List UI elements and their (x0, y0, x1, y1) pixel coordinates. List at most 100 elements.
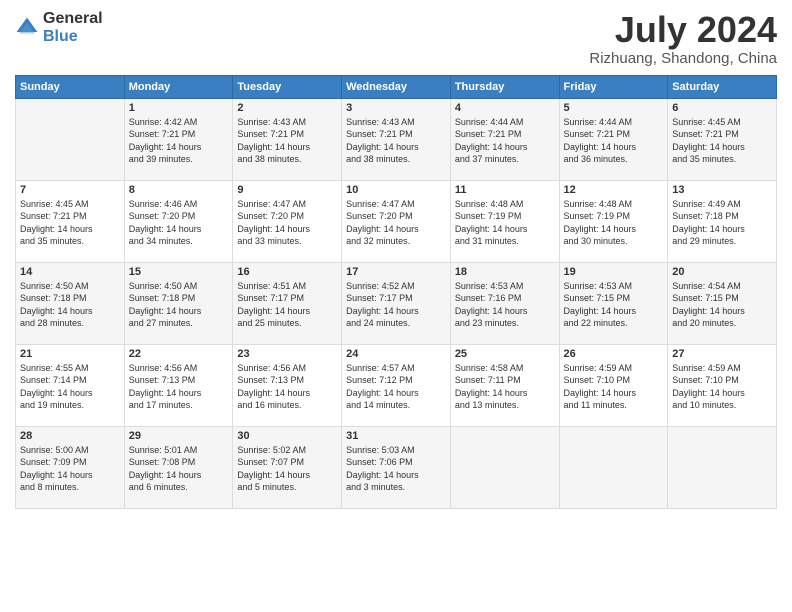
calendar-cell: 2 Sunrise: 4:43 AMSunset: 7:21 PMDaylight… (233, 98, 342, 180)
cell-info: Sunrise: 4:51 AMSunset: 7:17 PMDaylight:… (237, 280, 337, 330)
weekday-row: SundayMondayTuesdayWednesdayThursdayFrid… (16, 75, 777, 98)
date-number: 25 (455, 348, 555, 360)
calendar-cell: 26Sunrise: 4:59 AMSunset: 7:10 PMDayligh… (559, 344, 668, 426)
cell-info: Sunrise: 4:43 AMSunset: 7:21 PMDaylight:… (346, 116, 446, 166)
cell-info: Sunrise: 4:49 AMSunset: 7:18 PMDaylight:… (672, 198, 772, 248)
title-block: July 2024 Rizhuang, Shandong, China (589, 10, 777, 67)
calendar-cell: 17 Sunrise: 4:52 AMSunset: 7:17 PMDayligh… (342, 262, 451, 344)
calendar-cell: 25 Sunrise: 4:58 AMSunset: 7:11 PMDayligh… (450, 344, 559, 426)
cell-info: Sunrise: 4:50 AMSunset: 7:18 PMDaylight:… (20, 280, 120, 330)
cell-info: Sunrise: 4:53 AMSunset: 7:15 PMDaylight:… (564, 280, 664, 330)
calendar-cell: 19 Sunrise: 4:53 AMSunset: 7:15 PMDayligh… (559, 262, 668, 344)
date-number: 21 (20, 348, 120, 360)
week-row-1: 1Sunrise: 4:42 AMSunset: 7:21 PMDaylight… (16, 98, 777, 180)
calendar-cell: 24Sunrise: 4:57 AMSunset: 7:12 PMDayligh… (342, 344, 451, 426)
cell-info: Sunrise: 4:44 AMSunset: 7:21 PMDaylight:… (564, 116, 664, 166)
cell-info: Sunrise: 4:50 AMSunset: 7:18 PMDaylight:… (129, 280, 229, 330)
date-number: 24 (346, 348, 446, 360)
logo-text: General Blue (43, 10, 103, 45)
date-number: 14 (20, 266, 120, 278)
cell-info: Sunrise: 4:43 AMSunset: 7:21 PMDaylight:… (237, 116, 337, 166)
date-number: 31 (346, 430, 446, 442)
calendar-cell: 4 Sunrise: 4:44 AMSunset: 7:21 PMDaylight… (450, 98, 559, 180)
weekday-header-tuesday: Tuesday (233, 75, 342, 98)
cell-info: Sunrise: 4:59 AMSunset: 7:10 PMDaylight:… (672, 362, 772, 412)
cell-info: Sunrise: 4:56 AMSunset: 7:13 PMDaylight:… (237, 362, 337, 412)
calendar-cell: 29 Sunrise: 5:01 AMSunset: 7:08 PMDayligh… (124, 426, 233, 508)
calendar-cell (16, 98, 125, 180)
logo: General Blue (15, 10, 103, 45)
cell-info: Sunrise: 4:46 AMSunset: 7:20 PMDaylight:… (129, 198, 229, 248)
date-number: 16 (237, 266, 337, 278)
date-number: 28 (20, 430, 120, 442)
week-row-2: 7Sunrise: 4:45 AMSunset: 7:21 PMDaylight… (16, 180, 777, 262)
date-number: 30 (237, 430, 337, 442)
cell-info: Sunrise: 5:00 AMSunset: 7:09 PMDaylight:… (20, 444, 120, 494)
calendar-cell: 10Sunrise: 4:47 AMSunset: 7:20 PMDayligh… (342, 180, 451, 262)
cell-info: Sunrise: 4:48 AMSunset: 7:19 PMDaylight:… (455, 198, 555, 248)
date-number: 15 (129, 266, 229, 278)
calendar-body: 1Sunrise: 4:42 AMSunset: 7:21 PMDaylight… (16, 98, 777, 508)
date-number: 3 (346, 102, 446, 114)
cell-info: Sunrise: 5:02 AMSunset: 7:07 PMDaylight:… (237, 444, 337, 494)
logo-blue-text: Blue (43, 28, 103, 46)
cell-info: Sunrise: 4:59 AMSunset: 7:10 PMDaylight:… (564, 362, 664, 412)
date-number: 2 (237, 102, 337, 114)
date-number: 4 (455, 102, 555, 114)
location-subtitle: Rizhuang, Shandong, China (589, 50, 777, 67)
cell-info: Sunrise: 4:47 AMSunset: 7:20 PMDaylight:… (237, 198, 337, 248)
calendar-cell: 20 Sunrise: 4:54 AMSunset: 7:15 PMDayligh… (668, 262, 777, 344)
calendar-cell: 23 Sunrise: 4:56 AMSunset: 7:13 PMDayligh… (233, 344, 342, 426)
logo-general-text: General (43, 10, 103, 28)
date-number: 18 (455, 266, 555, 278)
cell-info: Sunrise: 4:56 AMSunset: 7:13 PMDaylight:… (129, 362, 229, 412)
calendar-cell (668, 426, 777, 508)
calendar-cell: 3 Sunrise: 4:43 AMSunset: 7:21 PMDaylight… (342, 98, 451, 180)
date-number: 5 (564, 102, 664, 114)
date-number: 23 (237, 348, 337, 360)
calendar-cell: 8 Sunrise: 4:46 AMSunset: 7:20 PMDaylight… (124, 180, 233, 262)
calendar-cell (559, 426, 668, 508)
calendar-cell: 5 Sunrise: 4:44 AMSunset: 7:21 PMDaylight… (559, 98, 668, 180)
logo-icon (15, 16, 39, 40)
page: General Blue July 2024 Rizhuang, Shandon… (0, 0, 792, 612)
cell-info: Sunrise: 4:58 AMSunset: 7:11 PMDaylight:… (455, 362, 555, 412)
cell-info: Sunrise: 4:55 AMSunset: 7:14 PMDaylight:… (20, 362, 120, 412)
calendar-cell: 1Sunrise: 4:42 AMSunset: 7:21 PMDaylight… (124, 98, 233, 180)
cell-info: Sunrise: 4:53 AMSunset: 7:16 PMDaylight:… (455, 280, 555, 330)
date-number: 17 (346, 266, 446, 278)
calendar-cell: 18 Sunrise: 4:53 AMSunset: 7:16 PMDayligh… (450, 262, 559, 344)
cell-info: Sunrise: 4:52 AMSunset: 7:17 PMDaylight:… (346, 280, 446, 330)
cell-info: Sunrise: 4:54 AMSunset: 7:15 PMDaylight:… (672, 280, 772, 330)
calendar-cell: 22Sunrise: 4:56 AMSunset: 7:13 PMDayligh… (124, 344, 233, 426)
calendar-cell: 6 Sunrise: 4:45 AMSunset: 7:21 PMDaylight… (668, 98, 777, 180)
calendar-header: SundayMondayTuesdayWednesdayThursdayFrid… (16, 75, 777, 98)
cell-info: Sunrise: 4:44 AMSunset: 7:21 PMDaylight:… (455, 116, 555, 166)
weekday-header-monday: Monday (124, 75, 233, 98)
cell-info: Sunrise: 4:48 AMSunset: 7:19 PMDaylight:… (564, 198, 664, 248)
weekday-header-thursday: Thursday (450, 75, 559, 98)
month-title: July 2024 (589, 10, 777, 50)
week-row-4: 21 Sunrise: 4:55 AMSunset: 7:14 PMDayligh… (16, 344, 777, 426)
weekday-header-wednesday: Wednesday (342, 75, 451, 98)
weekday-header-sunday: Sunday (16, 75, 125, 98)
date-number: 6 (672, 102, 772, 114)
weekday-header-friday: Friday (559, 75, 668, 98)
cell-info: Sunrise: 5:01 AMSunset: 7:08 PMDaylight:… (129, 444, 229, 494)
header: General Blue July 2024 Rizhuang, Shandon… (15, 10, 777, 67)
date-number: 20 (672, 266, 772, 278)
cell-info: Sunrise: 4:45 AMSunset: 7:21 PMDaylight:… (20, 198, 120, 248)
calendar-cell: 14 Sunrise: 4:50 AMSunset: 7:18 PMDayligh… (16, 262, 125, 344)
calendar-cell: 27Sunrise: 4:59 AMSunset: 7:10 PMDayligh… (668, 344, 777, 426)
date-number: 29 (129, 430, 229, 442)
date-number: 9 (237, 184, 337, 196)
date-number: 8 (129, 184, 229, 196)
calendar-cell: 21 Sunrise: 4:55 AMSunset: 7:14 PMDayligh… (16, 344, 125, 426)
calendar-cell: 9 Sunrise: 4:47 AMSunset: 7:20 PMDaylight… (233, 180, 342, 262)
calendar-cell (450, 426, 559, 508)
cell-info: Sunrise: 4:45 AMSunset: 7:21 PMDaylight:… (672, 116, 772, 166)
calendar-cell: 12Sunrise: 4:48 AMSunset: 7:19 PMDayligh… (559, 180, 668, 262)
cell-info: Sunrise: 4:47 AMSunset: 7:20 PMDaylight:… (346, 198, 446, 248)
calendar-cell: 15 Sunrise: 4:50 AMSunset: 7:18 PMDayligh… (124, 262, 233, 344)
date-number: 19 (564, 266, 664, 278)
